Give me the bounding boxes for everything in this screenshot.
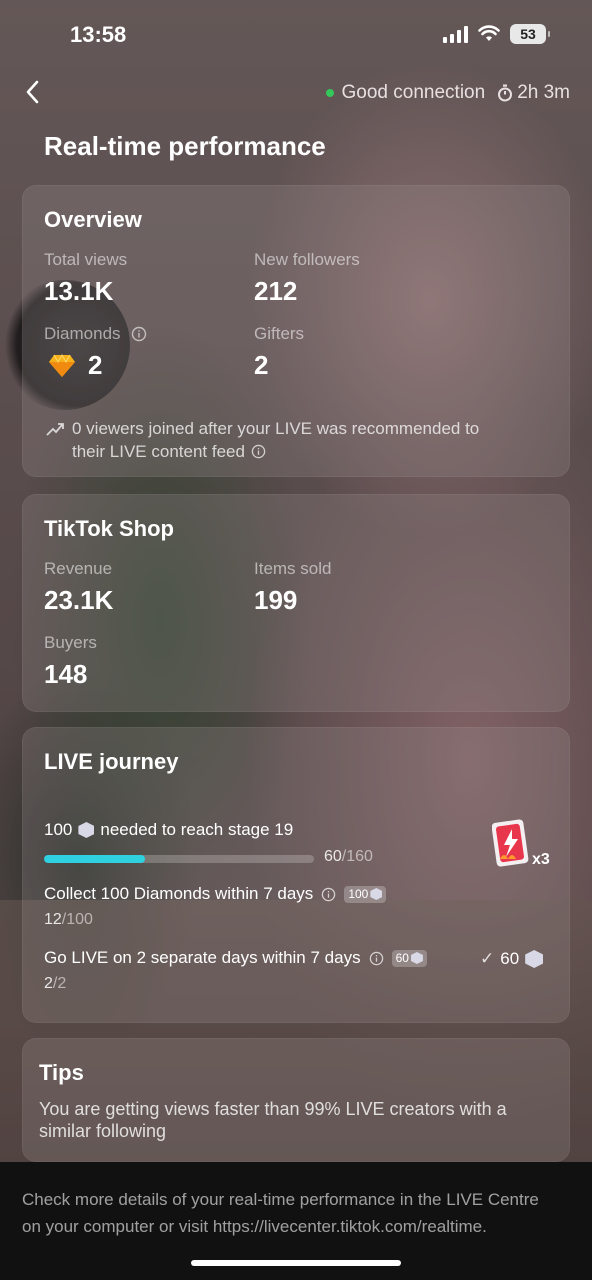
stage-progress-fill [44, 855, 146, 863]
live-journey-card: LIVE journey 100 needed to reach stage 1… [22, 727, 570, 1023]
completed-reward-value: 60 [500, 949, 520, 968]
battery-icon: 53 [510, 24, 550, 44]
page-title: Real-time performance [44, 131, 326, 161]
progress-count: 60/160 [324, 848, 373, 866]
task-total: /2 [52, 975, 67, 992]
overview-card: Overview Total views 13.1K New followers… [22, 185, 570, 477]
progress-total: /160 [341, 848, 373, 865]
new-followers-value: 212 [254, 276, 298, 306]
info-icon[interactable] [251, 444, 266, 459]
gem-icon [78, 822, 95, 838]
revenue-label: Revenue [44, 559, 113, 578]
task-reward-chip: 100 [344, 885, 387, 903]
shop-title: TikTok Shop [44, 516, 174, 541]
task-completed-reward: ✓ 60 [480, 949, 544, 969]
diamond-icon [49, 353, 75, 377]
reward-badge[interactable] [491, 819, 532, 869]
tips-text: You are getting views faster than 99% LI… [39, 1099, 507, 1141]
items-sold-value: 199 [254, 585, 298, 615]
task-row: Collect 100 Diamonds within 7 days 100 [44, 884, 387, 904]
duration-label: 2h 3m [517, 82, 570, 103]
stage-text: needed to reach stage 19 [100, 820, 294, 839]
task-label: Collect 100 Diamonds within 7 days [44, 884, 314, 903]
stage-amount: 100 [44, 820, 73, 839]
tiktok-shop-card: TikTok Shop Revenue 23.1K Items sold 199… [22, 494, 570, 712]
task-reward-chip-value: 60 [395, 951, 409, 965]
new-followers-label: New followers [254, 250, 360, 269]
recommendation-note: 0 viewers joined after your LIVE was rec… [72, 417, 552, 463]
task-reward-chip-value: 100 [348, 887, 369, 901]
info-icon[interactable] [131, 326, 147, 342]
diamonds-label: Diamonds [44, 324, 147, 344]
tips-card: Tips You are getting views faster than 9… [22, 1038, 570, 1162]
status-time: 13:58 [70, 22, 127, 47]
wifi-icon [478, 25, 500, 41]
task-row: Go LIVE on 2 separate days within 7 days… [44, 948, 427, 968]
recommendation-note-line1: 0 viewers joined after your LIVE was rec… [72, 419, 480, 438]
diamonds-value-row: 2 [48, 350, 102, 381]
back-chevron-icon[interactable] [20, 78, 48, 106]
total-views-value: 13.1K [44, 276, 114, 306]
gem-icon [370, 888, 383, 900]
task-progress: 2/2 [44, 975, 66, 993]
gifters-label: Gifters [254, 324, 305, 343]
reward-card-icon [491, 819, 529, 867]
trend-up-icon [46, 423, 64, 436]
footer-text: Check more details of your real-time per… [22, 1190, 539, 1236]
progress-current: 60 [324, 848, 342, 865]
connection-label: Good connection [341, 82, 486, 103]
info-icon[interactable] [321, 887, 336, 902]
status-bar: 13:58 53 [0, 0, 592, 70]
buyers-value: 148 [44, 659, 88, 689]
reward-multiplier: x3 [532, 851, 550, 868]
status-icons: 53 [443, 24, 550, 44]
revenue-value: 23.1K [44, 585, 114, 615]
recommendation-note-line2: their LIVE content feed [72, 442, 245, 461]
task-label: Go LIVE on 2 separate days within 7 days [44, 948, 361, 967]
connection-status: Good connection 2h 3m [325, 82, 570, 104]
signal-icon [443, 25, 468, 43]
live-duration: 2h 3m [497, 82, 570, 104]
task-reward-chip: 60 [391, 949, 427, 967]
stage-requirement: 100 needed to reach stage 19 [44, 820, 293, 840]
total-views-label: Total views [44, 250, 128, 269]
task-done: 2 [44, 975, 53, 992]
task-progress: 12/100 [44, 911, 93, 929]
tips-title: Tips [39, 1060, 84, 1085]
stage-progress-bar [44, 855, 314, 863]
buyers-label: Buyers [44, 633, 97, 652]
task-done: 12 [44, 911, 62, 928]
info-icon[interactable] [369, 951, 384, 966]
journey-title: LIVE journey [44, 749, 179, 774]
task-total: /100 [61, 911, 93, 928]
gem-icon [525, 950, 544, 968]
diamonds-value: 2 [88, 350, 103, 380]
overview-title: Overview [44, 207, 142, 232]
connection-dot-icon [325, 89, 334, 97]
diamonds-label-text: Diamonds [44, 324, 121, 343]
checkmark-icon: ✓ [480, 949, 495, 968]
battery-level: 53 [520, 26, 536, 42]
items-sold-label: Items sold [254, 559, 332, 578]
stopwatch-icon [498, 84, 513, 102]
gem-icon [410, 952, 423, 964]
gifters-value: 2 [254, 350, 269, 380]
home-indicator[interactable] [191, 1260, 401, 1266]
